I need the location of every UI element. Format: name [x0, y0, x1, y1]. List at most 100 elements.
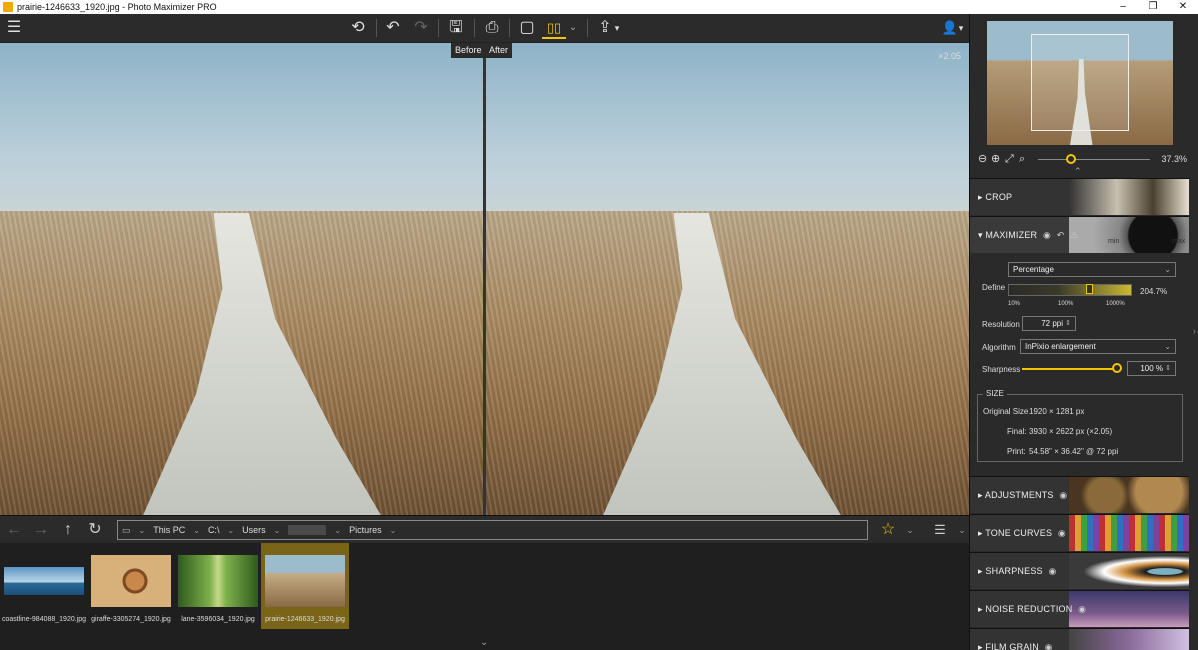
chevron-down-icon[interactable]: ⌄ — [390, 526, 397, 535]
thumbnail-lane[interactable]: lane-3596034_1920.jpg — [174, 543, 262, 629]
final-size-value: 3930 × 2622 px (×2.05) — [1029, 427, 1113, 436]
scale-tick: 10% — [1008, 301, 1021, 307]
actual-size-icon[interactable]: ⌕ — [1019, 153, 1031, 165]
section-label: NOISE REDUCTION — [985, 604, 1073, 614]
favorite-star-icon[interactable]: ☆ — [878, 520, 898, 540]
zoom-slider-handle[interactable] — [1066, 154, 1076, 164]
reset-icon[interactable]: ↶ — [1057, 230, 1065, 240]
image-canvas[interactable]: ×2.05 — [0, 43, 969, 515]
toolbar-separator — [438, 19, 439, 37]
chevron-down-icon[interactable]: ⌄ — [274, 526, 281, 535]
after-image[interactable]: ×2.05 — [486, 43, 969, 515]
refresh-icon[interactable]: ↻ — [85, 520, 105, 540]
chevron-down-icon[interactable]: ⌄ — [139, 526, 146, 535]
original-size-label: Original Size — [983, 407, 1029, 416]
after-label: After — [485, 43, 513, 58]
forward-icon[interactable]: → — [31, 520, 51, 540]
single-view-icon[interactable]: ▢ — [515, 17, 539, 39]
thumbnail-name: lane-3596034_1920.jpg — [181, 616, 255, 623]
thumbnail-image — [265, 555, 345, 607]
sharpness-value: 100 % — [1140, 364, 1163, 373]
maximizer-section-header[interactable]: ▾ MAXIMIZER ◉ ↶ ⚠ min max — [970, 216, 1189, 253]
main-toolbar: ☰ ⟲ ↶ ↷ 🖫 ⎙ ▢ ▯▯ ⌄ ⇪ ▾ 👤 ▾ — [0, 14, 969, 43]
warning-icon: ⚠ — [1070, 230, 1079, 240]
thumbnail-image — [178, 555, 258, 607]
maximize-button[interactable]: ❐ — [1138, 0, 1168, 14]
back-icon[interactable]: ← — [4, 520, 24, 540]
up-folder-icon[interactable]: ↑ — [58, 520, 78, 540]
noise-reduction-title: ▸ NOISE REDUCTION ◉ — [978, 604, 1087, 614]
define-slider-handle[interactable] — [1086, 284, 1093, 294]
thumbnail-coastline[interactable]: coastline-984088_1920.jpg — [0, 543, 88, 629]
chevron-down-icon: ⌄ — [1164, 265, 1171, 274]
zoom-in-icon[interactable]: ⊕ — [991, 153, 1003, 165]
viewport-rectangle[interactable] — [1031, 34, 1129, 131]
tone-curves-section-header[interactable]: ▸ TONE CURVES ◉ — [970, 514, 1189, 551]
undo-all-icon[interactable]: ⟲ — [346, 17, 370, 39]
minimize-button[interactable]: – — [1108, 0, 1138, 14]
zoom-out-icon[interactable]: ⊖ — [978, 153, 990, 165]
chevron-down-icon[interactable]: ⌄ — [334, 526, 341, 535]
stepper-icon[interactable]: ⇕ — [1065, 317, 1071, 330]
menu-icon[interactable]: ☰ — [2, 17, 26, 39]
crop-section-header[interactable]: ▸ CROP — [970, 178, 1189, 215]
sharpness-input[interactable]: 100 % ⇕ — [1127, 361, 1176, 376]
split-view-icon[interactable]: ▯▯ — [542, 17, 566, 39]
collapse-navigator-icon[interactable]: ⌃ — [1074, 166, 1082, 177]
breadcrumb-this-pc[interactable]: This PC — [153, 525, 185, 535]
sharpness-slider-handle[interactable] — [1112, 363, 1122, 373]
thumbnail-image — [91, 555, 171, 607]
visibility-eye-icon[interactable]: ◉ — [1059, 490, 1067, 500]
visibility-eye-icon[interactable]: ◉ — [1058, 528, 1066, 538]
visibility-eye-icon[interactable]: ◉ — [1048, 566, 1056, 576]
resolution-label: Resolution — [982, 320, 1020, 329]
sharpness-section-header[interactable]: ▸ SHARPNESS ◉ — [970, 552, 1189, 589]
panel-scroll-arrow-icon[interactable]: › — [1193, 326, 1196, 336]
breadcrumb-users[interactable]: Users — [242, 525, 266, 535]
algorithm-select[interactable]: InPixio enlargement ⌄ — [1020, 339, 1176, 354]
redacted-username — [288, 525, 327, 535]
undo-icon[interactable]: ↶ — [381, 17, 405, 39]
zoom-slider-track[interactable] — [1038, 159, 1150, 160]
chevron-down-icon[interactable]: ⌄ — [227, 526, 234, 535]
thumbnail-prairie[interactable]: prairie-1246633_1920.jpg — [261, 543, 349, 629]
section-banner — [1069, 629, 1189, 650]
algorithm-label: Algorithm — [982, 343, 1016, 352]
fit-to-window-icon[interactable]: ⤢ — [1005, 153, 1017, 165]
stepper-icon[interactable]: ⇕ — [1165, 362, 1171, 375]
visibility-eye-icon[interactable]: ◉ — [1045, 642, 1053, 650]
toolbar-separator — [474, 19, 475, 37]
adjustments-section-header[interactable]: ▸ ADJUSTMENTS ◉ — [970, 476, 1189, 513]
print-size-label: Print: — [1007, 447, 1026, 456]
path-breadcrumb[interactable]: ▭ ⌄ This PC ⌄ C:\ ⌄ Users ⌄ ⌄ Pictures ⌄ — [117, 520, 868, 540]
print-icon[interactable]: ⎙ — [480, 17, 504, 39]
close-button[interactable]: ✕ — [1168, 0, 1198, 14]
before-image[interactable] — [0, 43, 483, 515]
sort-list-icon[interactable]: ☰ — [930, 520, 950, 540]
visibility-eye-icon[interactable]: ◉ — [1043, 230, 1051, 240]
chevron-down-icon[interactable]: ▾ — [956, 17, 966, 39]
thumbnail-image — [4, 567, 84, 595]
define-slider[interactable] — [1008, 284, 1132, 296]
mode-select[interactable]: Percentage ⌄ — [1008, 262, 1176, 277]
thumbnail-giraffe[interactable]: giraffe-3305274_1920.jpg — [87, 543, 175, 629]
navigator-preview[interactable] — [987, 21, 1173, 145]
breadcrumb-c-drive[interactable]: C:\ — [208, 525, 220, 535]
dial-max-label: max — [1172, 238, 1186, 245]
chevron-down-icon[interactable]: ▾ — [612, 17, 622, 39]
sharpness-slider-track[interactable] — [1022, 368, 1118, 370]
chevron-down-icon[interactable]: ⌄ — [566, 17, 580, 39]
chevron-down-icon[interactable]: ⌄ — [900, 520, 920, 540]
save-icon[interactable]: 🖫 — [444, 17, 468, 39]
section-banner — [1069, 553, 1189, 589]
chevron-down-icon[interactable]: ⌄ — [193, 526, 200, 535]
adjustments-title: ▸ ADJUSTMENTS ◉ — [978, 490, 1068, 500]
define-label: Define — [982, 283, 1006, 292]
collapse-filmstrip-icon[interactable]: ⌄ — [480, 637, 488, 648]
breadcrumb-pictures[interactable]: Pictures — [349, 525, 382, 535]
film-grain-section-header[interactable]: ▸ FILM GRAIN ◉ — [970, 628, 1189, 650]
noise-reduction-section-header[interactable]: ▸ NOISE REDUCTION ◉ — [970, 590, 1189, 627]
redo-icon[interactable]: ↷ — [409, 17, 433, 39]
visibility-eye-icon[interactable]: ◉ — [1078, 604, 1086, 614]
resolution-input[interactable]: 72 ppi ⇕ — [1022, 316, 1076, 331]
